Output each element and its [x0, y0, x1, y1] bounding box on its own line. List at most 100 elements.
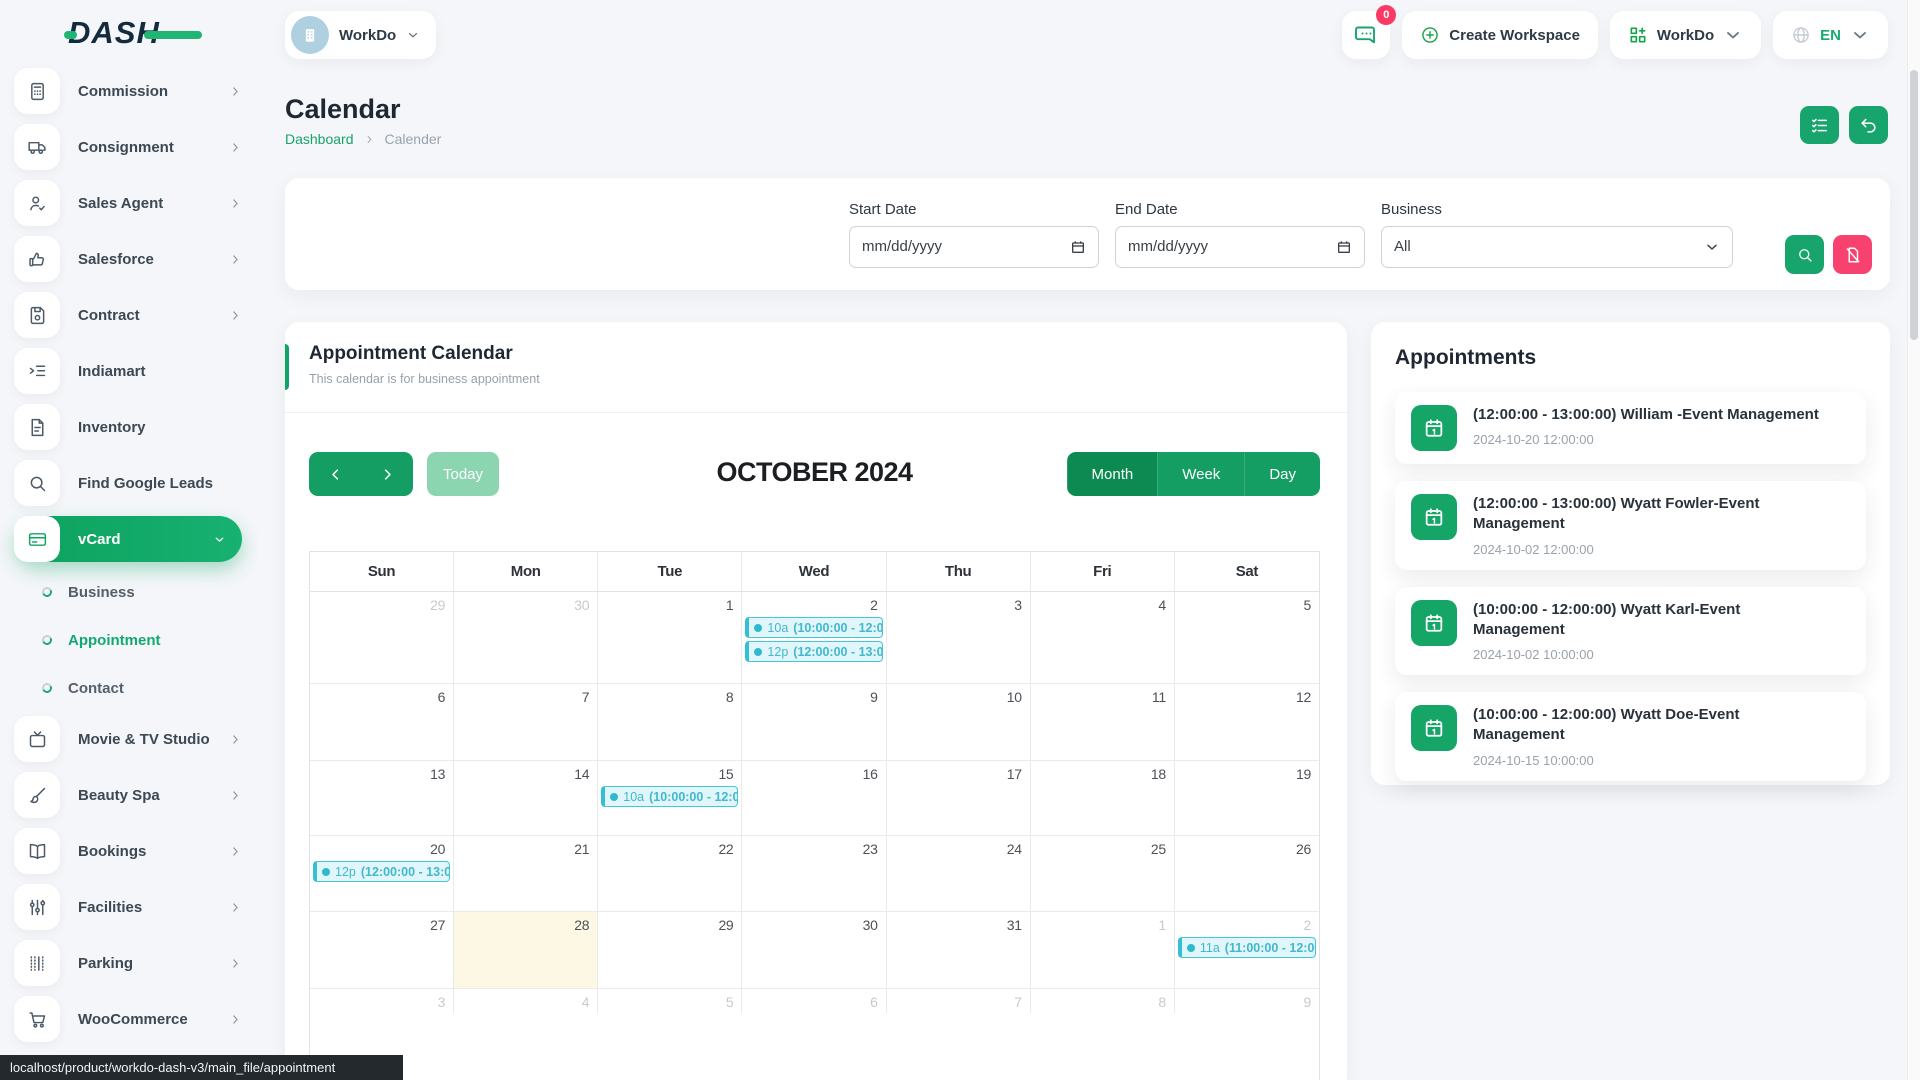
day-number: 27 [310, 912, 453, 936]
calendar-cell-30[interactable]: 30 [742, 912, 886, 988]
calendar-cell-9[interactable]: 9 [742, 684, 886, 760]
view-day-button[interactable]: Day [1244, 452, 1320, 496]
start-date-input[interactable]: mm/dd/yyyy [849, 226, 1099, 268]
calendar-cell-4[interactable]: 4 [1031, 592, 1175, 683]
sidebar-item-salesforce[interactable]: Salesforce [14, 236, 242, 282]
calendar-cell-24[interactable]: 24 [887, 836, 1031, 911]
calendar-cell-4-other-month[interactable]: 4 [454, 989, 598, 1013]
dash-logo[interactable]: DASH [68, 15, 208, 55]
calendar-cell-3-other-month[interactable]: 3 [310, 989, 454, 1013]
calendar-cell-5-other-month[interactable]: 5 [598, 989, 742, 1013]
calendar-event[interactable]: 10a(10:00:00 - 12:00:00) [745, 617, 882, 638]
sidebar-item-contract[interactable]: Contract [14, 292, 242, 338]
sidebar-item-business[interactable]: Business [42, 572, 258, 612]
scrollbar-thumb[interactable] [1910, 70, 1918, 340]
page-scrollbar[interactable] [1907, 0, 1920, 1080]
topbar: DASH WorkDo 0 Create Workspace WorkDo [0, 0, 1920, 70]
workspace-switcher[interactable]: WorkDo [285, 11, 436, 59]
calendar-cell-19[interactable]: 19 [1175, 761, 1319, 835]
calendar-icon [1070, 239, 1086, 255]
appointment-card[interactable]: (10:00:00 - 12:00:00) Wyatt Karl-Event M… [1395, 587, 1866, 676]
appointment-title: (12:00:00 - 13:00:00) William -Event Man… [1473, 406, 1819, 423]
create-workspace-button[interactable]: Create Workspace [1402, 11, 1598, 59]
calendar-cell-6[interactable]: 6 [310, 684, 454, 760]
calendar-cell-25[interactable]: 25 [1031, 836, 1175, 911]
calendar-cell-29[interactable]: 29 [598, 912, 742, 988]
sidebar-item-contact[interactable]: Contact [42, 668, 258, 708]
calendar-cell-14[interactable]: 14 [454, 761, 598, 835]
sidebar-item-woocommerce[interactable]: WooCommerce [14, 996, 242, 1042]
calendar-cell-3[interactable]: 3 [887, 592, 1031, 683]
appointment-card[interactable]: (10:00:00 - 12:00:00) Wyatt Doe-Event Ma… [1395, 692, 1866, 781]
end-date-input[interactable]: mm/dd/yyyy [1115, 226, 1365, 268]
sidebar-item-vcard[interactable]: vCard [14, 516, 242, 562]
sidebar-item-commission[interactable]: Commission [14, 68, 242, 114]
sidebar-item-movie-tv-studio[interactable]: Movie & TV Studio [14, 716, 242, 762]
sidebar-item-parking[interactable]: Parking [14, 940, 242, 986]
calendar-cell-11[interactable]: 11 [1031, 684, 1175, 760]
calendar-cell-23[interactable]: 23 [742, 836, 886, 911]
calendar-cell-7-other-month[interactable]: 7 [887, 989, 1031, 1013]
appointment-card[interactable]: (12:00:00 - 13:00:00) William -Event Man… [1395, 392, 1866, 464]
calendar-cell-8[interactable]: 8 [598, 684, 742, 760]
calendar-cell-6-other-month[interactable]: 6 [742, 989, 886, 1013]
notification-badge: 0 [1376, 5, 1396, 25]
calendar-cell-1[interactable]: 1 [598, 592, 742, 683]
calendar-cell-17[interactable]: 17 [887, 761, 1031, 835]
calendar-cell-22[interactable]: 22 [598, 836, 742, 911]
business-selected-value: All [1394, 238, 1411, 255]
sidebar-item-appointment[interactable]: Appointment [42, 620, 258, 660]
sidebar-item-label: WooCommerce [78, 1011, 211, 1028]
messages-button[interactable]: 0 [1342, 11, 1390, 59]
sidebar-item-inventory[interactable]: Inventory [14, 404, 242, 450]
calendar-event[interactable]: 11a(11:00:00 - 12:00:00) [1178, 937, 1316, 958]
language-code: EN [1820, 27, 1841, 44]
calendar-cell-18[interactable]: 18 [1031, 761, 1175, 835]
view-week-button[interactable]: Week [1157, 452, 1244, 496]
calendar-cell-7[interactable]: 7 [454, 684, 598, 760]
filter-reset-button[interactable] [1833, 235, 1872, 274]
calendar-cell-10[interactable]: 10 [887, 684, 1031, 760]
calendar-list-view-button[interactable] [1800, 106, 1839, 144]
calendar-cell-28[interactable]: 28 [454, 912, 598, 988]
calendar-cell-20[interactable]: 2012p(12:00:00 - 13:00:00) [310, 836, 454, 911]
calendar-cell-30-other-month[interactable]: 30 [454, 592, 598, 683]
breadcrumb-dashboard-link[interactable]: Dashboard [285, 131, 354, 147]
view-month-button[interactable]: Month [1067, 452, 1158, 496]
calendar-cell-1-other-month[interactable]: 1 [1031, 912, 1175, 988]
calendar-cell-21[interactable]: 21 [454, 836, 598, 911]
appointment-card[interactable]: (12:00:00 - 13:00:00) Wyatt Fowler-Event… [1395, 481, 1866, 570]
calendar-cell-31[interactable]: 31 [887, 912, 1031, 988]
calendar-cell-27[interactable]: 27 [310, 912, 454, 988]
sidebar-item-consignment[interactable]: Consignment [14, 124, 242, 170]
sidebar-item-facilities[interactable]: Facilities [14, 884, 242, 930]
day-number: 15 [598, 761, 741, 785]
logo-dash-accent [64, 31, 77, 39]
back-button[interactable] [1849, 106, 1888, 144]
calendar-cell-2[interactable]: 210a(10:00:00 - 12:00:00)12p(12:00:00 - … [742, 592, 886, 683]
calendar-cell-15[interactable]: 1510a(10:00:00 - 12:00:00) [598, 761, 742, 835]
sidebar-item-find-google-leads[interactable]: Find Google Leads [14, 460, 242, 506]
calendar-cell-13[interactable]: 13 [310, 761, 454, 835]
language-button[interactable]: EN [1773, 11, 1888, 59]
calendar-event[interactable]: 12p(12:00:00 - 13:00:00) [745, 641, 882, 662]
sidebar-item-indiamart[interactable]: Indiamart [14, 348, 242, 394]
business-select[interactable]: All [1381, 226, 1733, 268]
calendar-cell-5[interactable]: 5 [1175, 592, 1319, 683]
day-number: 7 [887, 989, 1030, 1013]
filter-search-button[interactable] [1785, 235, 1824, 274]
calendar-event[interactable]: 10a(10:00:00 - 12:00:00) [601, 786, 738, 807]
calendar-cell-2-other-month[interactable]: 211a(11:00:00 - 12:00:00) [1175, 912, 1319, 988]
appointments-title: Appointments [1395, 346, 1866, 370]
calendar-cell-26[interactable]: 26 [1175, 836, 1319, 911]
calendar-cell-8-other-month[interactable]: 8 [1031, 989, 1175, 1013]
workdo-menu-button[interactable]: WorkDo [1610, 11, 1761, 59]
calendar-cell-9-other-month[interactable]: 9 [1175, 989, 1319, 1013]
calendar-cell-16[interactable]: 16 [742, 761, 886, 835]
sidebar-item-sales-agent[interactable]: Sales Agent [14, 180, 242, 226]
calendar-cell-12[interactable]: 12 [1175, 684, 1319, 760]
sidebar-item-bookings[interactable]: Bookings [14, 828, 242, 874]
calendar-cell-29-other-month[interactable]: 29 [310, 592, 454, 683]
sidebar-item-beauty-spa[interactable]: Beauty Spa [14, 772, 242, 818]
calendar-event[interactable]: 12p(12:00:00 - 13:00:00) [313, 861, 450, 882]
